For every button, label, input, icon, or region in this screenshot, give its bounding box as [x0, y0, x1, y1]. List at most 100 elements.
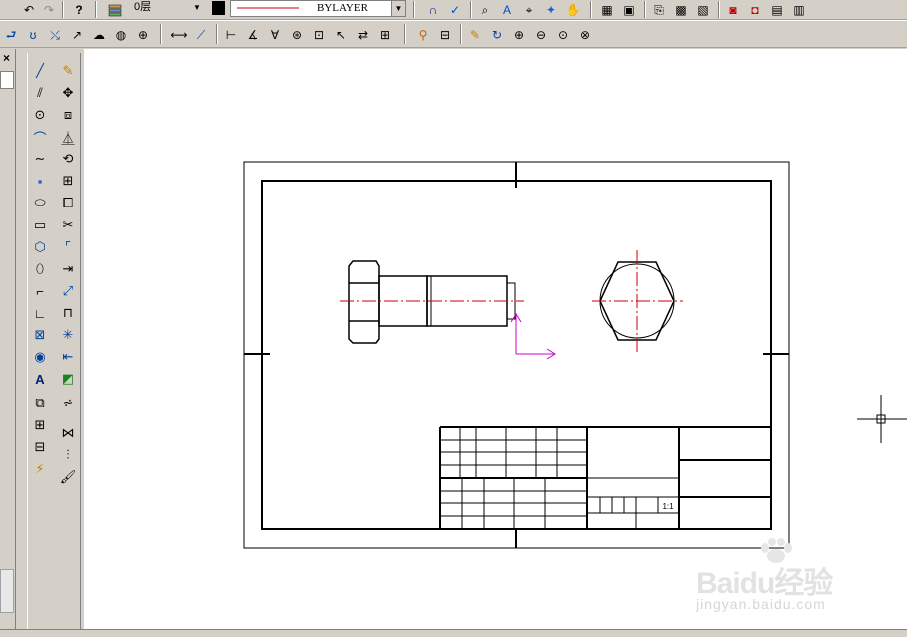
rotate-icon[interactable]: ⧠ [58, 193, 78, 213]
shade-icon[interactable]: ◘ [746, 1, 764, 19]
draw-modify-toolbar: ╱ ⫽ ⊙ ⌒ ∼ ▪ ⬭ ▭ ⬡ ⬯ ⌐ ∟ ⊠ ◉ A ⧉ ⊞ ⊟ ⚡ ✎ … [27, 53, 81, 635]
insert-icon[interactable]: ⎘ [650, 1, 668, 19]
arrow-icon[interactable]: ↗ [68, 26, 86, 44]
title-block [439, 426, 771, 529]
circle-icon[interactable]: ⊙ [30, 105, 50, 125]
layer-select[interactable]: 0层 ▼ [130, 0, 204, 17]
hide-icon[interactable]: ◙ [724, 1, 742, 19]
divide-icon[interactable]: ⫶ [58, 445, 78, 465]
help-icon[interactable]: ? [70, 1, 88, 19]
text-icon[interactable]: A [30, 369, 50, 389]
linetype-value: BYLAYER [317, 2, 368, 14]
snap-icon[interactable]: ∩ [424, 1, 442, 19]
properties-panel: × [0, 49, 16, 637]
linear-dim-icon[interactable]: ⟷ [170, 26, 188, 44]
design-center-icon[interactable]: ▩ [672, 1, 690, 19]
aligned-dim-icon[interactable]: ⟋ [192, 26, 210, 44]
chamfer-icon[interactable]: ⩫ [58, 393, 78, 413]
hatch-icon[interactable]: ⊠ [30, 325, 50, 345]
table-icon[interactable]: ⊟ [30, 437, 50, 457]
zoom-window-icon[interactable]: ⌕ [476, 1, 494, 19]
dim-edit-icon[interactable]: ⊞ [376, 26, 394, 44]
material-icon[interactable]: ▥ [790, 1, 808, 19]
zoom-dynamic-icon[interactable]: ⊗ [576, 26, 594, 44]
insert-block-icon[interactable]: ⊞ [30, 415, 50, 435]
radius-dim-icon[interactable]: ⊛ [288, 26, 306, 44]
leader-icon[interactable]: ⤯ [46, 26, 64, 44]
zoom-previous-icon[interactable]: ⌖ [520, 1, 538, 19]
revcloud-icon[interactable]: ⬯ [30, 259, 50, 279]
undo-icon[interactable]: ↶ [20, 1, 38, 19]
offset-icon[interactable]: ⟲ [58, 149, 78, 169]
copy-icon[interactable]: ⧈ [58, 105, 78, 125]
pencil-icon[interactable]: ✎ [466, 26, 484, 44]
toolbar-separator [644, 1, 646, 18]
arc-length-icon[interactable]: ⮐ [2, 26, 20, 44]
cloud-icon[interactable]: ☁ [90, 26, 108, 44]
block-make-icon[interactable]: ⧉ [30, 393, 50, 413]
erase-icon[interactable]: ✎ [58, 61, 78, 81]
layers-icon[interactable] [106, 1, 124, 19]
explode-icon[interactable]: ✳ [58, 325, 78, 345]
zoom-all-icon[interactable]: ⊙ [554, 26, 572, 44]
attribute-icon[interactable]: ⚡ [30, 459, 50, 479]
quick-leader-icon[interactable]: ↖ [332, 26, 350, 44]
break-icon[interactable]: ⊓ [58, 303, 78, 323]
polygon-icon[interactable]: ⬡ [30, 237, 50, 257]
dim-style-icon[interactable]: ⊟ [436, 26, 454, 44]
scale-icon[interactable]: ◩ [58, 369, 78, 389]
stretch-icon[interactable]: ⤢ [58, 281, 78, 301]
chevron-down-icon[interactable]: ▼ [391, 1, 405, 16]
fillet-icon[interactable]: ⌜ [58, 237, 78, 257]
ray-icon[interactable]: ∟ [30, 303, 50, 323]
toolbar-separator [718, 1, 720, 18]
polyline-icon[interactable]: ⌐ [30, 281, 50, 301]
tolerance-icon[interactable]: ⇄ [354, 26, 372, 44]
close-icon[interactable]: × [3, 51, 10, 65]
block-icon[interactable]: ▣ [620, 1, 638, 19]
move-icon[interactable]: ✥ [58, 83, 78, 103]
angular-dim-icon[interactable]: ∡ [244, 26, 262, 44]
panel-dropdown[interactable] [0, 71, 14, 89]
scale-label: 1:1 [662, 502, 674, 511]
extend-icon[interactable]: ⇥ [58, 259, 78, 279]
color-swatch[interactable] [212, 1, 225, 15]
linetype-select[interactable]: BYLAYER ▼ [230, 0, 406, 17]
track-icon[interactable]: ✓ [446, 1, 464, 19]
region-draw-icon[interactable]: ◉ [30, 347, 50, 367]
lengthen-icon[interactable]: ⇤ [58, 347, 78, 367]
ucs-icon [510, 313, 556, 360]
chevron-down-icon[interactable]: ▼ [190, 0, 204, 15]
ellipse-icon[interactable]: ⬭ [30, 193, 50, 213]
baseline-dim-icon[interactable]: ⊢ [222, 26, 240, 44]
zoom-extents-icon[interactable]: ✦ [542, 1, 560, 19]
point-icon[interactable]: ▪ [30, 171, 50, 191]
orbit-icon[interactable]: ↻ [488, 26, 506, 44]
dim-update-icon[interactable]: ⚲ [414, 26, 432, 44]
arc-icon[interactable]: ⌒ [30, 127, 50, 147]
mirror-icon[interactable]: ⏅ [58, 127, 78, 147]
redo-icon[interactable]: ↷ [40, 1, 58, 19]
toolbar-separator [62, 1, 64, 18]
region-icon[interactable]: ◍ [112, 26, 130, 44]
construction-line-icon[interactable]: ⫽ [30, 83, 50, 103]
join-icon[interactable]: ⋈ [58, 423, 78, 443]
trim-icon[interactable]: ✂ [58, 215, 78, 235]
zoom-realtime-icon[interactable]: A [498, 1, 516, 19]
array-icon[interactable]: ⊞ [58, 171, 78, 191]
toolbar-separator [413, 1, 415, 18]
match-properties-icon[interactable]: 🖌 [58, 467, 78, 487]
center-mark-icon[interactable]: ⊕ [134, 26, 152, 44]
diameter-dim-icon[interactable]: ∀ [266, 26, 284, 44]
zoom-out-icon[interactable]: ⊖ [532, 26, 550, 44]
tool-palette-icon[interactable]: ▧ [694, 1, 712, 19]
pan-icon[interactable]: ✋ [564, 1, 582, 19]
spline-draw-icon[interactable]: ∼ [30, 149, 50, 169]
spline-icon[interactable]: ʊ [24, 26, 42, 44]
render-icon[interactable]: ▤ [768, 1, 786, 19]
zoom-in-icon[interactable]: ⊕ [510, 26, 528, 44]
rectangle-icon[interactable]: ▭ [30, 215, 50, 235]
ordinate-dim-icon[interactable]: ⊡ [310, 26, 328, 44]
line-icon[interactable]: ╱ [30, 61, 50, 81]
properties-icon[interactable]: ▦ [598, 1, 616, 19]
